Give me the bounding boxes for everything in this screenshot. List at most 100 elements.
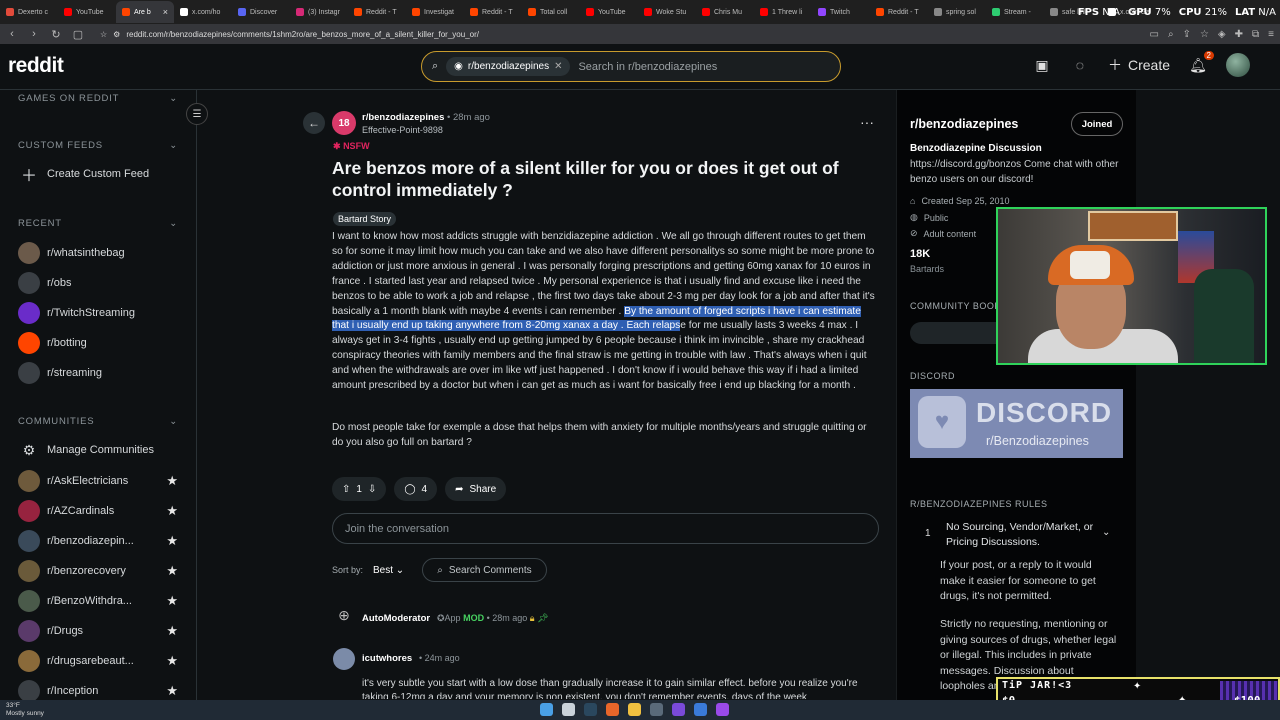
back-arrow-icon[interactable]: ‹ [6,28,18,40]
discord-icon[interactable] [694,703,707,716]
extension-icon[interactable]: ✚ [1235,29,1243,40]
browser-tab[interactable]: x.com/ho [174,1,232,23]
obs-icon[interactable] [716,703,729,716]
brave-icon[interactable] [606,703,619,716]
start-icon[interactable] [540,703,553,716]
settings-icon[interactable] [650,703,663,716]
discord-banner[interactable]: ♥ DISCORD r/Benzodiazepines [910,389,1123,458]
steam-icon[interactable] [584,703,597,716]
joined-button[interactable]: Joined [1071,112,1123,136]
communities-header[interactable]: COMMUNITIES ⌄ [18,416,178,427]
weather-widget[interactable]: 33°F Mostly sunny [6,702,44,718]
favorite-star-icon[interactable]: ★ [166,593,178,609]
browser-tab[interactable]: Woke Stu [638,1,696,23]
favorite-star-icon[interactable]: ★ [166,653,178,669]
menu-icon[interactable]: ≡ [1268,29,1274,40]
comment-input[interactable]: Join the conversation [332,513,879,544]
sidebar-item[interactable]: r/AskElectricians ★ [18,469,178,493]
search-bar[interactable]: ⌕ ◉ r/benzodiazepines ✕ Search in r/benz… [421,51,841,82]
search-comments-button[interactable]: ⌕ Search Comments [422,558,547,582]
browser-tab[interactable]: Reddit - T [348,1,406,23]
downvote-icon[interactable]: ⇩ [368,484,376,495]
puzzle-icon[interactable]: ⧉ [1252,29,1259,40]
comment-author[interactable]: AutoModerator [362,613,430,624]
more-options-icon[interactable]: ··· [860,114,874,130]
clear-scope-icon[interactable]: ✕ [554,61,562,72]
games-section-header[interactable]: GAMES ON REDDIT ⌄ [18,93,178,104]
reddit-logo[interactable]: reddit [8,54,64,78]
manage-communities-link[interactable]: ⚙ Manage Communities [18,438,178,462]
screenshot-icon[interactable]: ▭ [1150,29,1159,40]
browser-tab[interactable]: Reddit - T [870,1,928,23]
site-info-icon[interactable]: ⚙ [113,30,120,39]
subreddit-avatar[interactable]: 18 [332,111,356,135]
app-icon[interactable] [672,703,685,716]
create-post-button[interactable]: ＋ Create [1108,55,1170,75]
share-icon[interactable]: ⇪ [1183,29,1191,40]
sidebar-item[interactable]: r/obs [18,271,178,295]
favorite-star-icon[interactable]: ★ [166,473,178,489]
sidebar-item[interactable]: r/TwitchStreaming [18,301,178,325]
favorite-star-icon[interactable]: ★ [166,563,178,579]
community-title[interactable]: r/benzodiazepines [910,117,1018,131]
zoom-icon[interactable]: ⌕ [1168,29,1174,40]
sidebar-item[interactable]: r/whatsinthebag [18,241,178,265]
share-button[interactable]: ➦ Share [445,477,507,501]
browser-tab[interactable]: Are b × [116,1,174,23]
rule-title[interactable]: No Sourcing, Vendor/Market, or Pricing D… [946,520,1106,550]
brave-shield-icon[interactable]: ◈ [1218,29,1226,40]
sidebar-item[interactable]: r/AZCardinals ★ [18,499,178,523]
browser-tab[interactable]: Twitch [812,1,870,23]
sidebar-item[interactable]: r/benzodiazepin... ★ [18,529,178,553]
post-author[interactable]: Effective-Point-9898 [362,125,443,135]
bookmark-star-icon[interactable]: ☆ [1200,29,1209,40]
forward-arrow-icon[interactable]: › [28,28,40,40]
browser-tab[interactable]: (3) Instagr [290,1,348,23]
sidebar-item[interactable]: r/Drugs ★ [18,619,178,643]
collapse-sidebar-button[interactable]: ☰ [186,103,208,125]
browser-tab[interactable]: Dexerto c [0,1,58,23]
folder-icon[interactable] [628,703,641,716]
browser-tab[interactable]: Reddit - T [464,1,522,23]
sidebar-toggle-icon[interactable]: ▢ [72,28,84,41]
comments-button[interactable]: ◯ 4 [394,477,438,501]
notifications-icon[interactable]: 🔔︎ 2 [1188,51,1214,75]
automod-avatar[interactable]: ⊕ [333,607,355,629]
search-icon[interactable] [562,703,575,716]
bookmark-icon[interactable]: ☆ [100,30,107,39]
sidebar-item[interactable]: r/drugsarebeaut... ★ [18,649,178,673]
favorite-star-icon[interactable]: ★ [166,623,178,639]
search-input[interactable]: Search in r/benzodiazepines [578,61,717,73]
sidebar-item[interactable]: r/streaming [18,361,178,385]
url-field[interactable]: ☆ ⚙ reddit.com/r/benzodiazepines/comment… [100,26,980,42]
custom-feeds-header[interactable]: CUSTOM FEEDS ⌄ [18,140,178,151]
recent-header[interactable]: RECENT ⌄ [18,218,178,229]
search-scope-chip[interactable]: ◉ r/benzodiazepines ✕ [446,57,571,76]
chat-icon[interactable]: ◌ [1070,55,1090,75]
create-custom-feed-link[interactable]: ＋ Create Custom Feed [18,162,178,186]
commenter-avatar[interactable] [333,648,355,670]
browser-tab[interactable]: Stream - [986,1,1044,23]
browser-tab[interactable]: YouTube [58,1,116,23]
post-flair[interactable]: Bartard Story [333,212,397,226]
browser-tab[interactable]: Investigat [406,1,464,23]
user-avatar[interactable] [1226,53,1250,77]
comment-author[interactable]: icutwhores [362,653,412,664]
browser-tab[interactable]: Chris Mu [696,1,754,23]
back-button[interactable]: ← [303,112,325,134]
sidebar-item[interactable]: r/BenzoWithdra... ★ [18,589,178,613]
browser-tab[interactable]: Discover [232,1,290,23]
reload-icon[interactable]: ↻ [50,28,62,41]
close-tab-icon[interactable]: × [163,7,168,17]
browser-tab[interactable]: 1 Threw li [754,1,812,23]
upvote-icon[interactable]: ⇧ [342,484,350,495]
sidebar-item[interactable]: r/benzorecovery ★ [18,559,178,583]
sidebar-item[interactable]: r/Inception ★ [18,679,178,700]
favorite-star-icon[interactable]: ★ [166,683,178,699]
sidebar-item[interactable]: r/botting [18,331,178,355]
browser-tab[interactable]: YouTube [580,1,638,23]
browser-tab[interactable]: Total coll [522,1,580,23]
browser-tab[interactable]: spring sol [928,1,986,23]
sort-dropdown[interactable]: Best ⌄ [373,565,404,576]
subreddit-link[interactable]: r/benzodiazepines [362,112,444,123]
